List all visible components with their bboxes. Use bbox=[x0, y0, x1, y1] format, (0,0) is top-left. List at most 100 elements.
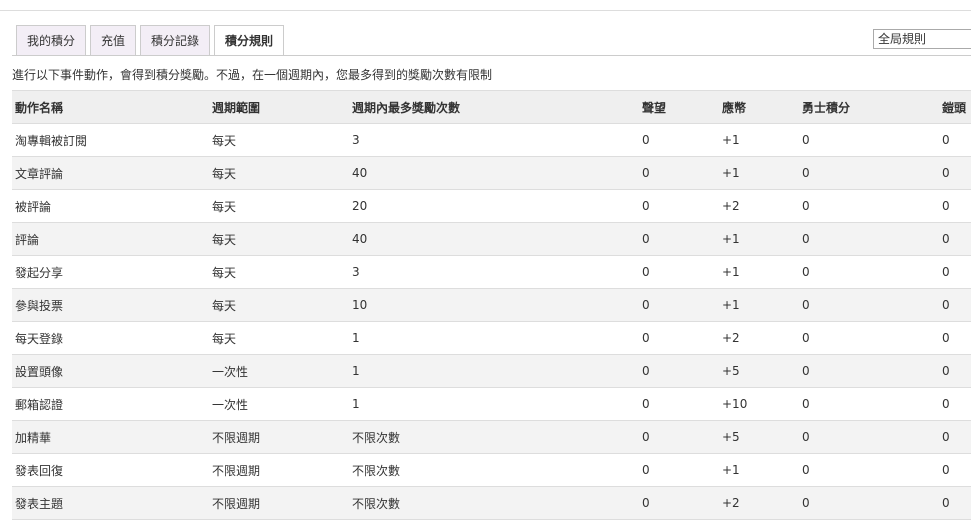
cell-coins: +1 bbox=[719, 255, 799, 289]
cell-cycle: 不限週期 bbox=[209, 453, 349, 487]
cell-action-name: 設置頭像 bbox=[12, 354, 209, 388]
cell-prestige: 0 bbox=[639, 255, 719, 289]
cell-warrior-points: 0 bbox=[799, 189, 939, 223]
table-row: 加精華 不限週期 不限次數 0 +5 0 0 bbox=[12, 420, 971, 454]
cell-coins: +1 bbox=[719, 453, 799, 487]
cell-helmet: 0 bbox=[939, 123, 971, 157]
cell-action-name: 郵箱認證 bbox=[12, 387, 209, 421]
cell-warrior-points: 0 bbox=[799, 255, 939, 289]
cell-max-rewards: 1 bbox=[349, 321, 639, 355]
cell-helmet: 0 bbox=[939, 453, 971, 487]
cell-warrior-points: 0 bbox=[799, 453, 939, 487]
header-coins: 應幣 bbox=[719, 90, 799, 124]
tab-credit-rules[interactable]: 積分規則 bbox=[214, 25, 285, 56]
credit-rules-table: 動作名稱 週期範圍 週期內最多獎勵次數 聲望 應幣 勇士積分 鎧頭 淘專輯被訂閱… bbox=[12, 90, 971, 520]
cell-helmet: 0 bbox=[939, 354, 971, 388]
cell-max-rewards: 不限次數 bbox=[349, 453, 639, 487]
cell-warrior-points: 0 bbox=[799, 354, 939, 388]
cell-action-name: 文章評論 bbox=[12, 156, 209, 190]
cell-helmet: 0 bbox=[939, 486, 971, 520]
cell-prestige: 0 bbox=[639, 387, 719, 421]
cell-cycle: 每天 bbox=[209, 189, 349, 223]
cell-helmet: 0 bbox=[939, 189, 971, 223]
header-action-name: 動作名稱 bbox=[12, 90, 209, 124]
cell-warrior-points: 0 bbox=[799, 156, 939, 190]
cell-action-name: 參與投票 bbox=[12, 288, 209, 322]
cell-cycle: 每天 bbox=[209, 255, 349, 289]
cell-warrior-points: 0 bbox=[799, 288, 939, 322]
top-divider bbox=[0, 10, 971, 11]
cell-coins: +2 bbox=[719, 189, 799, 223]
cell-cycle: 不限週期 bbox=[209, 486, 349, 520]
table-row: 發表回復 不限週期 不限次數 0 +1 0 0 bbox=[12, 453, 971, 487]
cell-action-name: 淘專輯被訂閱 bbox=[12, 123, 209, 157]
cell-action-name: 發表回復 bbox=[12, 453, 209, 487]
tab-baseline bbox=[12, 55, 971, 56]
cell-helmet: 0 bbox=[939, 156, 971, 190]
cell-max-rewards: 1 bbox=[349, 354, 639, 388]
header-cycle: 週期範圍 bbox=[209, 90, 349, 124]
cell-warrior-points: 0 bbox=[799, 387, 939, 421]
cell-action-name: 發起分享 bbox=[12, 255, 209, 289]
cell-action-name: 評論 bbox=[12, 222, 209, 256]
table-row: 發起分享 每天 3 0 +1 0 0 bbox=[12, 255, 971, 289]
cell-action-name: 被評論 bbox=[12, 189, 209, 223]
cell-cycle: 一次性 bbox=[209, 387, 349, 421]
tab-my-credits[interactable]: 我的積分 bbox=[16, 25, 87, 55]
cell-max-rewards: 20 bbox=[349, 189, 639, 223]
cell-prestige: 0 bbox=[639, 453, 719, 487]
tab-credit-log[interactable]: 積分記錄 bbox=[140, 25, 211, 55]
table-row: 參與投票 每天 10 0 +1 0 0 bbox=[12, 288, 971, 322]
cell-coins: +5 bbox=[719, 354, 799, 388]
cell-prestige: 0 bbox=[639, 123, 719, 157]
cell-cycle: 一次性 bbox=[209, 354, 349, 388]
cell-max-rewards: 40 bbox=[349, 156, 639, 190]
cell-prestige: 0 bbox=[639, 354, 719, 388]
cell-action-name: 加精華 bbox=[12, 420, 209, 454]
table-row: 文章評論 每天 40 0 +1 0 0 bbox=[12, 156, 971, 190]
table-header-row: 動作名稱 週期範圍 週期內最多獎勵次數 聲望 應幣 勇士積分 鎧頭 bbox=[12, 90, 971, 124]
cell-action-name: 發表主題 bbox=[12, 486, 209, 520]
cell-helmet: 0 bbox=[939, 387, 971, 421]
cell-helmet: 0 bbox=[939, 420, 971, 454]
table-row: 郵箱認證 一次性 1 0 +10 0 0 bbox=[12, 387, 971, 421]
table-row: 設置頭像 一次性 1 0 +5 0 0 bbox=[12, 354, 971, 388]
cell-prestige: 0 bbox=[639, 189, 719, 223]
cell-coins: +1 bbox=[719, 123, 799, 157]
tab-recharge[interactable]: 充值 bbox=[90, 25, 137, 55]
cell-prestige: 0 bbox=[639, 486, 719, 520]
rule-scope-select[interactable]: 全局規則 bbox=[873, 29, 971, 49]
header-max-rewards: 週期內最多獎勵次數 bbox=[349, 90, 639, 124]
cell-cycle: 不限週期 bbox=[209, 420, 349, 454]
header-prestige: 聲望 bbox=[639, 90, 719, 124]
cell-cycle: 每天 bbox=[209, 222, 349, 256]
cell-helmet: 0 bbox=[939, 321, 971, 355]
table-row: 被評論 每天 20 0 +2 0 0 bbox=[12, 189, 971, 223]
cell-max-rewards: 3 bbox=[349, 123, 639, 157]
cell-warrior-points: 0 bbox=[799, 222, 939, 256]
cell-coins: +1 bbox=[719, 156, 799, 190]
cell-cycle: 每天 bbox=[209, 321, 349, 355]
rules-description: 進行以下事件動作，會得到積分獎勵。不過，在一個週期內，您最多得到的獎勵次數有限制 bbox=[12, 68, 493, 82]
cell-max-rewards: 不限次數 bbox=[349, 486, 639, 520]
cell-warrior-points: 0 bbox=[799, 486, 939, 520]
cell-cycle: 每天 bbox=[209, 123, 349, 157]
cell-cycle: 每天 bbox=[209, 288, 349, 322]
cell-warrior-points: 0 bbox=[799, 123, 939, 157]
header-warrior-points: 勇士積分 bbox=[799, 90, 939, 124]
cell-helmet: 0 bbox=[939, 288, 971, 322]
cell-warrior-points: 0 bbox=[799, 420, 939, 454]
credit-tabs: 我的積分 充值 積分記錄 積分規則 bbox=[16, 25, 288, 56]
cell-prestige: 0 bbox=[639, 321, 719, 355]
table-row: 淘專輯被訂閱 每天 3 0 +1 0 0 bbox=[12, 123, 971, 157]
cell-max-rewards: 3 bbox=[349, 255, 639, 289]
cell-coins: +1 bbox=[719, 288, 799, 322]
cell-helmet: 0 bbox=[939, 222, 971, 256]
cell-warrior-points: 0 bbox=[799, 321, 939, 355]
cell-prestige: 0 bbox=[639, 222, 719, 256]
cell-max-rewards: 10 bbox=[349, 288, 639, 322]
cell-prestige: 0 bbox=[639, 420, 719, 454]
cell-helmet: 0 bbox=[939, 255, 971, 289]
cell-action-name: 每天登錄 bbox=[12, 321, 209, 355]
cell-coins: +5 bbox=[719, 420, 799, 454]
